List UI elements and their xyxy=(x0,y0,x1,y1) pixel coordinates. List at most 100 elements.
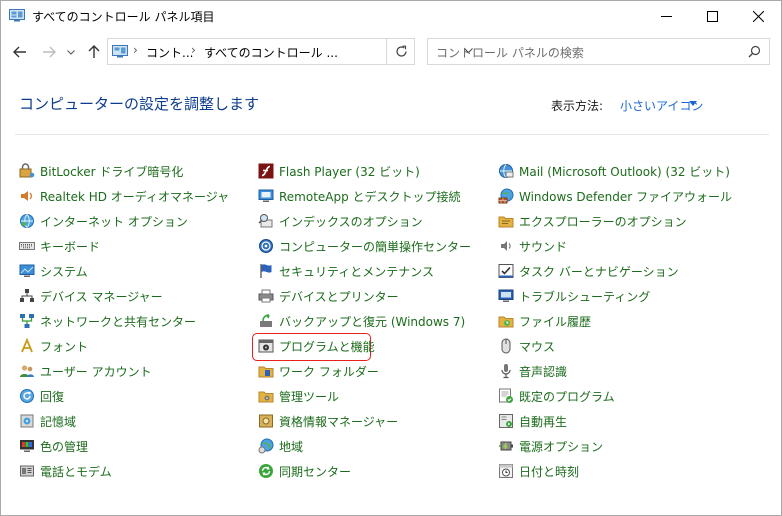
item-realtek-audio[interactable]: Realtek HD オーディオマネージャ xyxy=(19,185,229,207)
item-credential-manager[interactable]: 資格情報マネージャー xyxy=(258,410,398,432)
search-placeholder[interactable]: コントロール パネルの検索 xyxy=(436,44,584,61)
item-network-sharing[interactable]: ネットワークと共有センター xyxy=(19,310,196,332)
item-sound[interactable]: サウンド xyxy=(498,235,567,257)
forward-button[interactable] xyxy=(38,41,60,63)
keyboard-icon xyxy=(19,238,35,254)
font-icon xyxy=(19,338,35,354)
item-explorer-options[interactable]: エクスプローラーのオプション xyxy=(498,210,687,232)
item-default-programs[interactable]: 既定のプログラム xyxy=(498,385,615,407)
item-device-manager[interactable]: デバイス マネージャー xyxy=(19,285,163,307)
flash-icon xyxy=(258,163,274,179)
network-icon xyxy=(19,313,35,329)
monitor-icon xyxy=(19,263,35,279)
item-devices-printers[interactable]: デバイスとプリンター xyxy=(258,285,399,307)
item-backup-restore[interactable]: バックアップと復元 (Windows 7) xyxy=(258,310,465,332)
backup-icon xyxy=(258,313,274,329)
work-folder-icon xyxy=(258,363,274,379)
item-phone-modem[interactable]: 電話とモデム xyxy=(19,460,112,482)
control-panel-icon xyxy=(9,9,25,22)
arrow-up-icon xyxy=(88,45,100,58)
item-ease-of-access[interactable]: コンピューターの簡単操作センター xyxy=(258,235,471,257)
back-button[interactable] xyxy=(9,41,31,63)
mail-icon xyxy=(498,163,514,179)
breadcrumb-separator[interactable]: › xyxy=(133,43,138,57)
item-work-folders[interactable]: ワーク フォルダー xyxy=(258,360,379,382)
search-icon[interactable] xyxy=(748,45,761,58)
item-security-maintenance[interactable]: セキュリティとメンテナンス xyxy=(258,260,434,282)
microphone-icon xyxy=(498,363,514,379)
address-bar[interactable]: › コント... › すべてのコントロール ... xyxy=(107,38,473,65)
printer-icon xyxy=(258,288,274,304)
up-button[interactable] xyxy=(83,41,105,63)
item-power-options[interactable]: 電源オプション xyxy=(498,435,603,457)
globe-icon xyxy=(19,213,35,229)
item-sync-center[interactable]: 同期センター xyxy=(258,460,351,482)
taskbar-icon xyxy=(498,263,514,279)
item-system[interactable]: システム xyxy=(19,260,88,282)
window-title: すべてのコントロール パネル項目 xyxy=(32,10,215,24)
item-defender-firewall[interactable]: Windows Defender ファイアウォール xyxy=(498,185,732,207)
search-box[interactable]: コントロール パネルの検索 xyxy=(427,38,770,65)
clock-icon xyxy=(498,463,514,479)
item-indexing-options[interactable]: インデックスのオプション xyxy=(258,210,423,232)
device-manager-icon xyxy=(19,288,35,304)
item-autoplay[interactable]: 自動再生 xyxy=(498,410,567,432)
item-troubleshooting[interactable]: トラブルシューティング xyxy=(498,285,650,307)
storage-icon xyxy=(19,413,35,429)
item-recovery[interactable]: 回復 xyxy=(19,385,64,407)
credential-icon xyxy=(258,413,274,429)
item-internet-options[interactable]: インターネット オプション xyxy=(19,210,188,232)
maximize-button[interactable] xyxy=(689,1,735,32)
item-fonts[interactable]: フォント xyxy=(19,335,88,357)
item-taskbar-navigation[interactable]: タスク バーとナビゲーション xyxy=(498,260,679,282)
item-admin-tools[interactable]: 管理ツール xyxy=(258,385,339,407)
divider xyxy=(15,134,769,135)
minimize-button[interactable] xyxy=(643,1,689,32)
item-bitlocker[interactable]: BitLocker ドライブ暗号化 xyxy=(19,160,183,182)
title-bar[interactable]: すべてのコントロール パネル項目 xyxy=(1,1,781,32)
item-color-management[interactable]: 色の管理 xyxy=(19,435,88,457)
speaker-icon xyxy=(19,188,35,204)
programs-icon xyxy=(258,338,274,354)
refresh-button[interactable] xyxy=(386,39,416,64)
mouse-icon xyxy=(498,338,514,354)
dropdown-arrow-icon[interactable] xyxy=(689,101,697,106)
file-history-icon xyxy=(498,313,514,329)
phone-icon xyxy=(19,463,35,479)
index-icon xyxy=(258,213,274,229)
arrow-left-icon xyxy=(13,46,26,58)
close-button[interactable] xyxy=(735,1,781,32)
arrow-right-icon xyxy=(43,46,56,58)
recent-locations-button[interactable] xyxy=(64,41,78,63)
item-date-time[interactable]: 日付と時刻 xyxy=(498,460,579,482)
item-user-accounts[interactable]: ユーザー アカウント xyxy=(19,360,152,382)
breadcrumb-control-panel[interactable]: コント... xyxy=(146,44,193,61)
refresh-icon xyxy=(396,45,407,57)
item-remoteapp[interactable]: RemoteApp とデスクトップ接続 xyxy=(258,185,461,207)
remoteapp-icon xyxy=(258,188,274,204)
minimize-icon xyxy=(660,16,672,17)
item-mouse[interactable]: マウス xyxy=(498,335,555,357)
sound-icon xyxy=(498,238,514,254)
folder-options-icon xyxy=(498,213,514,229)
region-icon xyxy=(258,438,274,454)
item-flash-player[interactable]: Flash Player (32 ビット) xyxy=(258,160,420,182)
breadcrumb-separator[interactable]: › xyxy=(191,43,196,57)
item-file-history[interactable]: ファイル履歴 xyxy=(498,310,591,332)
item-speech-recognition[interactable]: 音声認識 xyxy=(498,360,567,382)
item-programs-features[interactable]: プログラムと機能 xyxy=(258,335,375,357)
page-title: コンピューターの設定を調整します xyxy=(19,95,260,113)
item-keyboard[interactable]: キーボード xyxy=(19,235,100,257)
users-icon xyxy=(19,363,35,379)
sync-icon xyxy=(258,463,274,479)
item-region[interactable]: 地域 xyxy=(258,435,303,457)
recovery-icon xyxy=(19,388,35,404)
item-mail[interactable]: Mail (Microsoft Outlook) (32 ビット) xyxy=(498,160,730,182)
breadcrumb-all-items[interactable]: すべてのコントロール ... xyxy=(204,44,338,61)
control-panel-icon xyxy=(112,45,128,58)
item-storage-spaces[interactable]: 記憶域 xyxy=(19,410,76,432)
close-icon xyxy=(752,11,764,22)
autoplay-icon xyxy=(498,413,514,429)
flag-icon xyxy=(258,263,274,279)
admin-tools-icon xyxy=(258,388,274,404)
